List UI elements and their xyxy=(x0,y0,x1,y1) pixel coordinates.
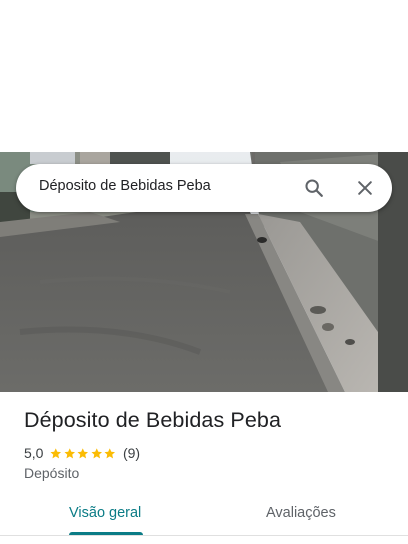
review-count: (9) xyxy=(122,445,141,461)
rating-row[interactable]: 5,0 (9) xyxy=(24,444,140,462)
star-icon xyxy=(104,447,116,458)
star-icon xyxy=(50,447,62,458)
place-title: Déposito de Bebidas Peba xyxy=(24,408,281,432)
tab-overview[interactable]: Visão geral xyxy=(69,505,141,521)
tab-reviews[interactable]: Avaliações xyxy=(266,505,336,521)
blank-area xyxy=(0,0,408,152)
place-category: Depósito xyxy=(24,465,80,481)
close-icon[interactable] xyxy=(352,175,378,201)
star-icon xyxy=(77,447,89,458)
tabs-divider xyxy=(0,535,408,536)
star-icon xyxy=(91,447,102,458)
search-icon[interactable] xyxy=(301,175,327,201)
rating-value: 5,0 xyxy=(24,445,44,461)
rating-stars xyxy=(49,447,117,460)
search-bar[interactable]: Déposito de Bebidas Peba xyxy=(16,164,392,212)
star-icon xyxy=(64,447,75,458)
search-input[interactable]: Déposito de Bebidas Peba xyxy=(39,178,211,194)
